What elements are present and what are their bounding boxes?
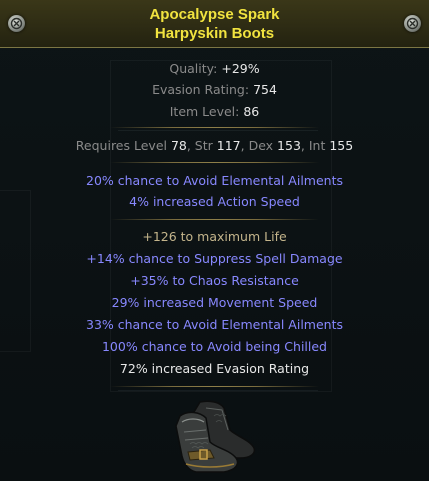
int-label: , Int — [300, 138, 330, 153]
item-base-type: Harpyskin Boots — [154, 25, 275, 42]
quality-property: Quality: +29% — [0, 61, 429, 77]
item-level-label: Item Level: — [169, 104, 244, 119]
implicit-mod: 4% increased Action Speed — [129, 194, 300, 209]
background-divider — [118, 130, 318, 131]
requirements: Requires Level 78, Str 117, Dex 153, Int… — [0, 138, 429, 154]
explicit-mod: 100% chance to Avoid being Chilled — [101, 339, 327, 354]
item-tooltip: Apocalypse Spark Harpyskin Boots Quality… — [0, 0, 429, 481]
evasion-value: 754 — [253, 82, 277, 97]
separator — [110, 386, 319, 387]
explicit-mod: +35% to Chaos Resistance — [130, 273, 299, 288]
item-level-property: Item Level: 86 — [0, 104, 429, 120]
evasion-property: Evasion Rating: 754 — [0, 82, 429, 98]
required-level: 78 — [170, 138, 187, 153]
requirements-label: Requires Level — [75, 138, 171, 153]
explicit-mod: 33% chance to Avoid Elemental Ailments — [86, 317, 343, 332]
item-level-value: 86 — [243, 104, 260, 119]
separator — [110, 162, 319, 163]
implicit-mod: 20% chance to Avoid Elemental Ailments — [86, 173, 343, 188]
evasion-label: Evasion Rating: — [152, 82, 254, 97]
explicit-mod: 72% increased Evasion Rating — [119, 361, 310, 376]
str-label: , Str — [186, 138, 217, 153]
dex-label: , Dex — [240, 138, 278, 153]
harpyskin-boots-icon — [170, 398, 260, 481]
required-int: 155 — [329, 138, 354, 153]
separator — [110, 127, 319, 128]
required-str: 117 — [216, 138, 241, 153]
quality-value: +29% — [221, 61, 260, 76]
explicit-mod: +126 to maximum Life — [142, 229, 287, 244]
quality-label: Quality: — [169, 61, 222, 76]
required-dex: 153 — [277, 138, 301, 153]
explicit-mod: 29% increased Movement Speed — [111, 295, 318, 310]
separator — [110, 219, 319, 220]
background-divider — [118, 390, 318, 391]
item-name: Apocalypse Spark — [149, 6, 280, 23]
explicit-mod: +14% chance to Suppress Spell Damage — [86, 251, 343, 266]
item-header: Apocalypse Spark Harpyskin Boots — [0, 0, 429, 48]
